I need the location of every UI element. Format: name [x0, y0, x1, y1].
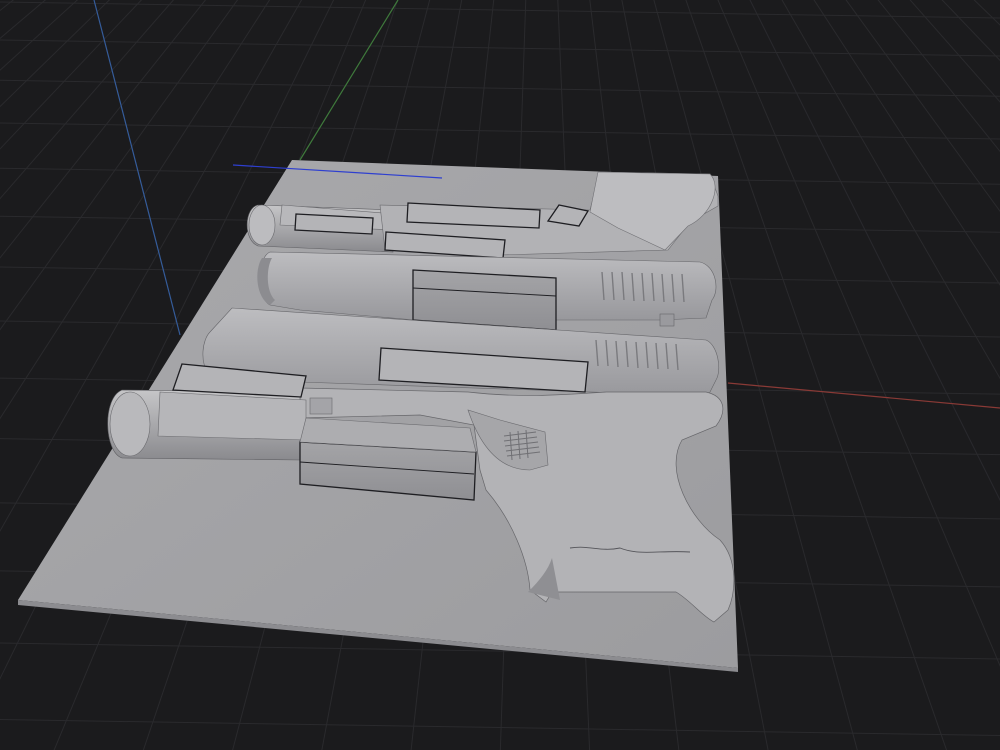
grid-line [0, 79, 1000, 97]
grid-line [0, 39, 1000, 57]
upper-barrel-muzzle [248, 204, 276, 246]
y-axis-line [299, 0, 399, 161]
3d-viewport[interactable] [0, 0, 1000, 750]
lower-barrel-muzzle [109, 391, 151, 457]
upper-patch-a [294, 213, 374, 235]
upper-slide-stop [659, 313, 675, 327]
grid-line [0, 1, 1000, 19]
z-axis-line [93, 0, 181, 336]
lower-rail [157, 391, 307, 441]
grid-line [0, 122, 1000, 140]
viewport-canvas[interactable] [0, 0, 1000, 750]
x-axis-line [727, 382, 1000, 409]
upper-box [412, 269, 557, 331]
lower-front-sight [309, 397, 333, 415]
